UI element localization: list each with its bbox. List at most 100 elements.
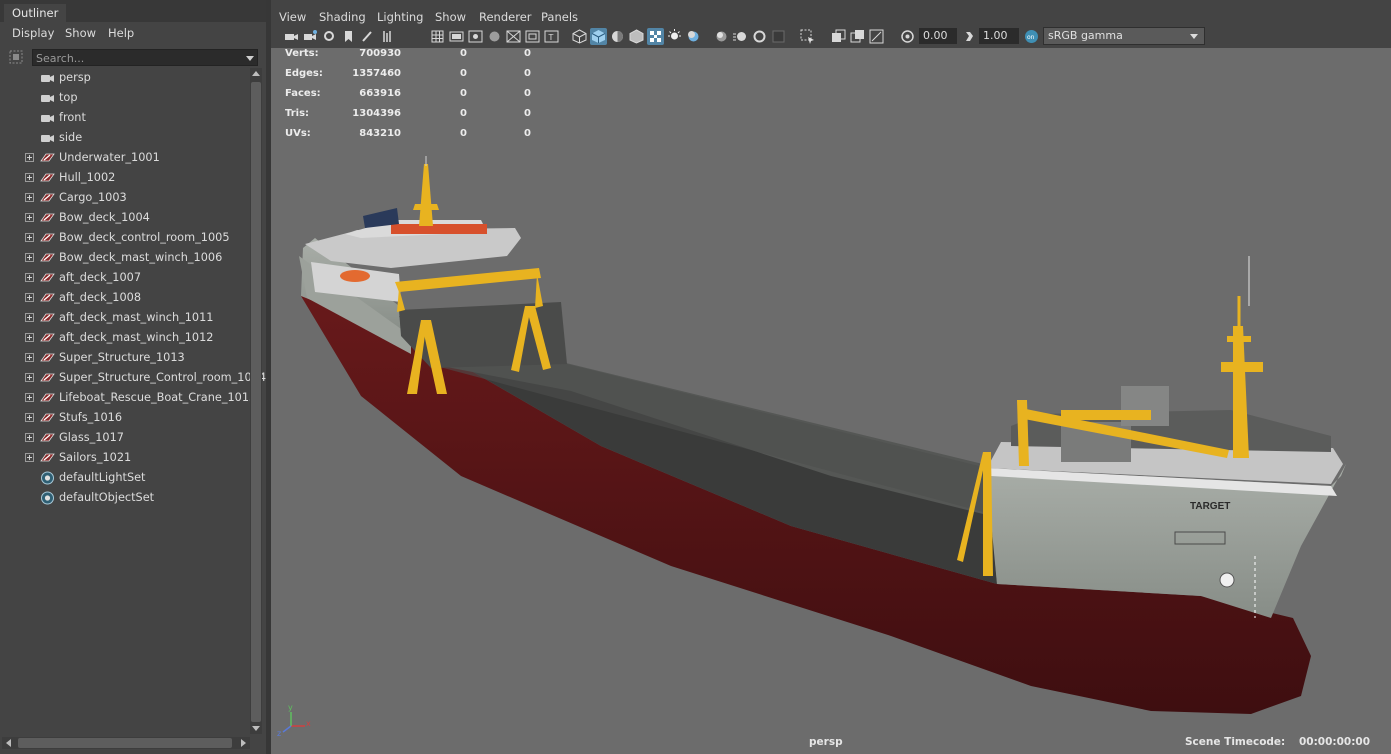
menu-display[interactable]: Display — [12, 26, 54, 40]
use-all-lights-icon[interactable] — [666, 28, 683, 45]
camera-select-icon[interactable] — [283, 28, 300, 45]
exposure-field[interactable]: 0.00 — [919, 28, 957, 44]
bookmark-icon[interactable] — [340, 28, 357, 45]
outliner-item[interactable]: aft_deck_1008 — [0, 288, 250, 308]
expand-icon[interactable] — [25, 453, 34, 462]
outliner-item[interactable]: Super_Structure_1013 — [0, 348, 250, 368]
menu-show[interactable]: Show — [435, 10, 466, 24]
expand-icon[interactable] — [25, 293, 34, 302]
xray-joints-icon[interactable] — [868, 28, 885, 45]
expand-icon[interactable] — [25, 193, 34, 202]
film-gate-icon[interactable] — [448, 28, 465, 45]
outliner-item[interactable]: defaultLightSet — [0, 468, 250, 488]
search-dropdown-icon[interactable] — [246, 56, 254, 61]
screen-space-ao-icon[interactable] — [713, 28, 730, 45]
expand-icon[interactable] — [25, 353, 34, 362]
safe-action-icon[interactable] — [524, 28, 541, 45]
motion-blur-icon[interactable] — [732, 28, 749, 45]
scroll-thumb[interactable] — [251, 82, 261, 722]
outliner-item[interactable]: aft_deck_mast_winch_1011 — [0, 308, 250, 328]
menu-show[interactable]: Show — [65, 26, 96, 40]
outliner-item[interactable]: defaultObjectSet — [0, 488, 250, 508]
camera-lock-icon[interactable] — [302, 28, 319, 45]
safe-title-icon[interactable]: T — [543, 28, 560, 45]
outliner-item[interactable]: Bow_deck_1004 — [0, 208, 250, 228]
expand-icon[interactable] — [25, 393, 34, 402]
scroll-right-icon[interactable] — [241, 739, 246, 747]
viewport-panel[interactable]: TARGET x y z View Shading Lighting Show … — [271, 6, 1391, 754]
shadows-icon[interactable] — [685, 28, 702, 45]
outliner-item[interactable]: aft_deck_mast_winch_1012 — [0, 328, 250, 348]
expand-icon[interactable] — [25, 433, 34, 442]
chevron-down-icon[interactable] — [1190, 34, 1198, 39]
textured-icon[interactable] — [647, 28, 664, 45]
outliner-item[interactable]: side — [0, 128, 250, 148]
gamma-icon[interactable] — [961, 28, 978, 45]
outliner-item[interactable]: Super_Structure_Control_room_1014 — [0, 368, 266, 388]
menu-help[interactable]: Help — [108, 26, 134, 40]
menu-panels[interactable]: Panels — [541, 10, 578, 24]
outliner-item[interactable]: Glass_1017 — [0, 428, 250, 448]
outliner-item[interactable]: aft_deck_1007 — [0, 268, 250, 288]
outliner-item[interactable]: Bow_deck_control_room_1005 — [0, 228, 250, 248]
expand-icon[interactable] — [25, 373, 34, 382]
resolution-gate-icon[interactable] — [467, 28, 484, 45]
grid-icon[interactable] — [429, 28, 446, 45]
expand-icon[interactable] — [25, 233, 34, 242]
outliner-item[interactable]: Underwater_1001 — [0, 148, 250, 168]
wireframe-on-shaded-icon[interactable] — [628, 28, 645, 45]
menu-lighting[interactable]: Lighting — [377, 10, 423, 24]
outliner-item[interactable]: Lifeboat_Rescue_Boat_Crane_1015 — [0, 388, 256, 408]
field-chart-icon[interactable] — [505, 28, 522, 45]
scroll-left-icon[interactable] — [6, 739, 11, 747]
wireframe-icon[interactable] — [571, 28, 588, 45]
outliner-item[interactable]: persp — [0, 68, 250, 88]
xray-icon[interactable] — [830, 28, 847, 45]
undo-view-icon[interactable] — [381, 28, 398, 45]
menu-view[interactable]: View — [279, 10, 306, 24]
menu-renderer[interactable]: Renderer — [479, 10, 532, 24]
expand-icon[interactable] — [25, 213, 34, 222]
outliner-item-label: Glass_1017 — [59, 431, 124, 444]
hud-label: Tris: — [285, 108, 310, 119]
outliner-item[interactable]: Hull_1002 — [0, 168, 250, 188]
gamma-field[interactable]: 1.00 — [979, 28, 1019, 44]
axis-gizmo-icon: x y z — [277, 703, 311, 738]
scroll-thumb-horizontal[interactable] — [18, 738, 232, 748]
expand-icon[interactable] — [25, 273, 34, 282]
outliner-vertical-scrollbar[interactable] — [250, 68, 262, 734]
outliner-item[interactable]: Bow_deck_mast_winch_1006 — [0, 248, 250, 268]
scroll-up-icon[interactable] — [252, 71, 260, 76]
anti-aliasing-icon[interactable] — [751, 28, 768, 45]
smooth-shade-icon[interactable] — [590, 28, 607, 45]
color-management-icon[interactable]: on — [1023, 28, 1040, 45]
outliner-tab[interactable]: Outliner — [4, 4, 67, 22]
search-input[interactable]: Search... — [32, 49, 258, 66]
filter-icon[interactable] — [9, 50, 23, 64]
outliner-item-label: top — [59, 91, 78, 104]
gate-mask-icon[interactable] — [486, 28, 503, 45]
menu-shading[interactable]: Shading — [319, 10, 366, 24]
expand-icon[interactable] — [25, 313, 34, 322]
outliner-item[interactable]: top — [0, 88, 250, 108]
scroll-down-icon[interactable] — [252, 726, 260, 731]
expand-icon[interactable] — [25, 413, 34, 422]
outliner-horizontal-scrollbar[interactable] — [2, 737, 250, 749]
depth-of-field-icon[interactable] — [770, 28, 787, 45]
expand-icon[interactable] — [25, 253, 34, 262]
default-material-icon[interactable] — [609, 28, 626, 45]
image-plane-icon[interactable] — [359, 28, 376, 45]
outliner-item[interactable]: Sailors_1021 — [0, 448, 250, 468]
color-space-select[interactable]: sRGB gamma — [1043, 27, 1205, 45]
camera-attributes-icon[interactable] — [321, 28, 338, 45]
expand-icon[interactable] — [25, 333, 34, 342]
outliner-item[interactable]: Cargo_1003 — [0, 188, 250, 208]
exposure-icon[interactable] — [899, 28, 916, 45]
expand-icon[interactable] — [25, 173, 34, 182]
isolate-select-icon[interactable] — [799, 28, 816, 45]
xray-active-components-icon[interactable] — [849, 28, 866, 45]
outliner-item[interactable]: Stufs_1016 — [0, 408, 250, 428]
expand-icon[interactable] — [25, 153, 34, 162]
hud-value: 0 — [460, 88, 467, 99]
outliner-item[interactable]: front — [0, 108, 250, 128]
